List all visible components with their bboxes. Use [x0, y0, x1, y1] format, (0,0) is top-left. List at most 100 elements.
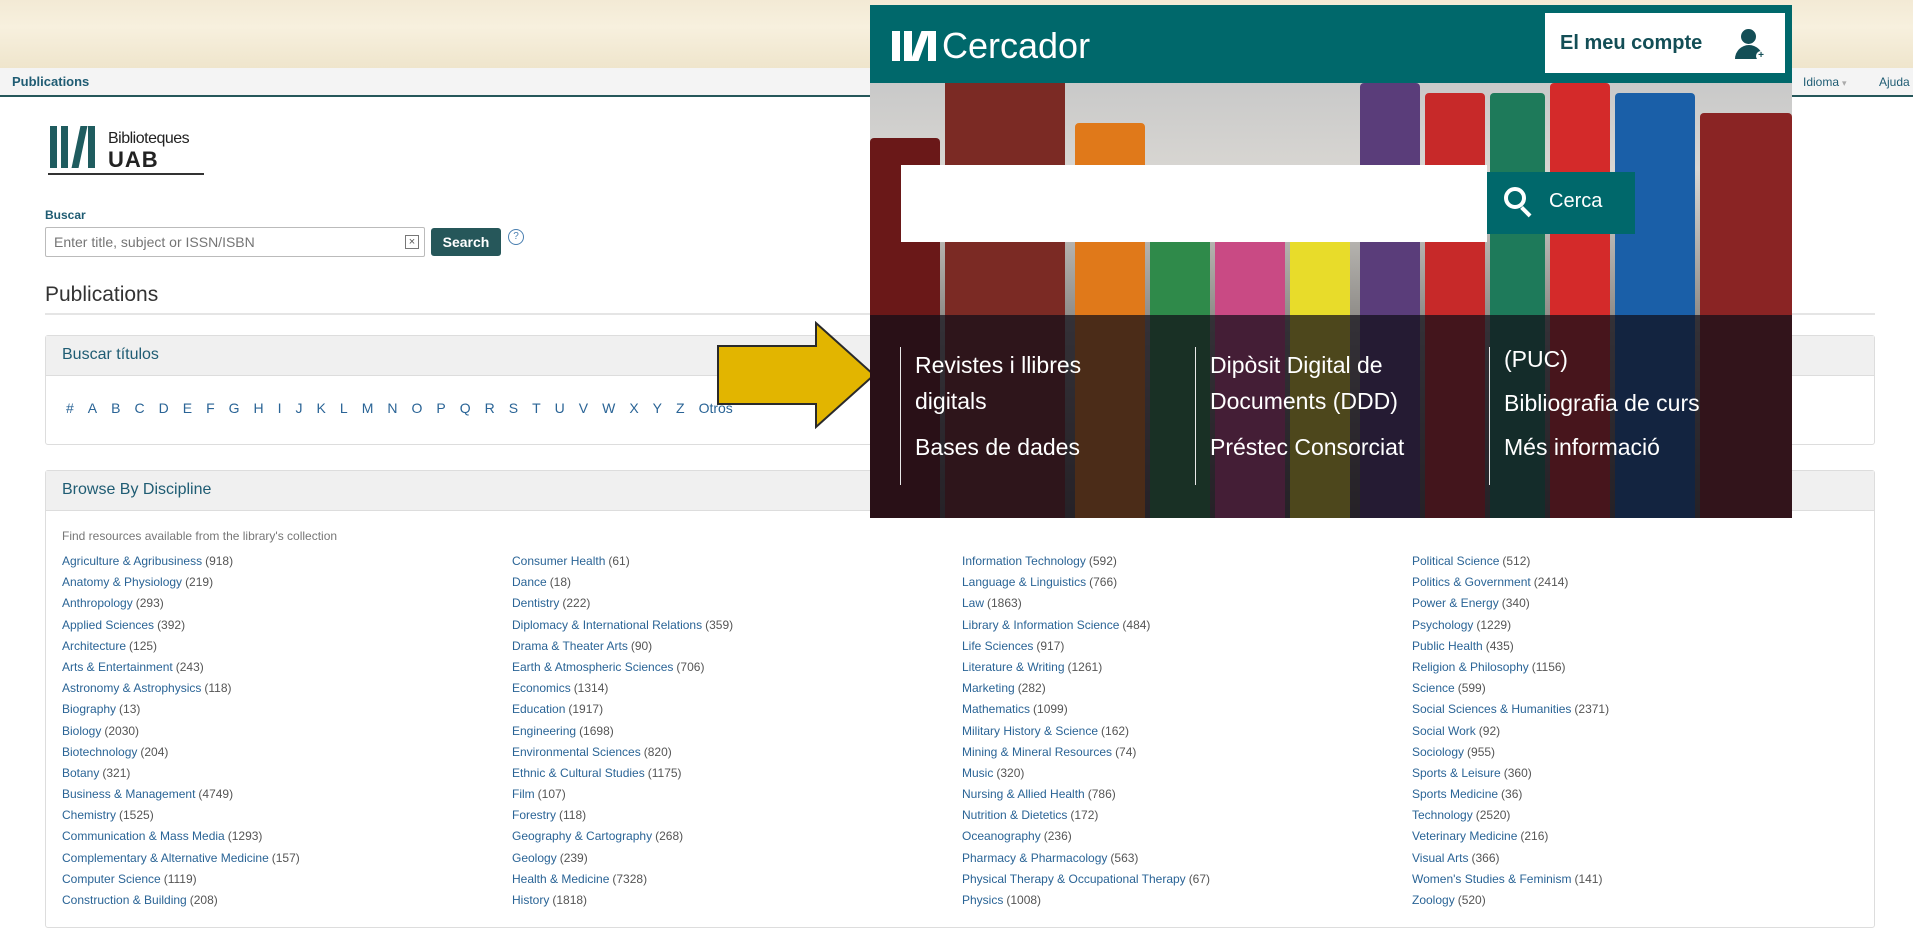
letter-link[interactable]: O — [411, 400, 422, 416]
account-button[interactable]: El meu compte + — [1545, 13, 1785, 73]
discipline-link[interactable]: Anthropology — [62, 596, 133, 610]
discipline-link[interactable]: Economics — [512, 681, 571, 695]
link-ddd[interactable]: Dipòsit Digital de Documents (DDD) — [1210, 347, 1485, 419]
letter-link[interactable]: L — [340, 400, 348, 416]
discipline-link[interactable]: Sports Medicine — [1412, 787, 1498, 801]
discipline-link[interactable]: Technology — [1412, 808, 1473, 822]
letter-link[interactable]: D — [159, 400, 169, 416]
discipline-link[interactable]: Pharmacy & Pharmacology — [962, 851, 1107, 865]
letter-link[interactable]: R — [485, 400, 495, 416]
discipline-link[interactable]: Dance — [512, 575, 547, 589]
discipline-link[interactable]: Information Technology — [962, 554, 1086, 568]
link-bases-de-dades[interactable]: Bases de dades — [915, 429, 1190, 465]
letter-link[interactable]: A — [88, 400, 97, 416]
cerca-button[interactable]: Cerca — [1487, 172, 1635, 234]
discipline-link[interactable]: Psychology — [1412, 618, 1473, 632]
discipline-link[interactable]: Oceanography — [962, 829, 1041, 843]
discipline-link[interactable]: Diplomacy & International Relations — [512, 618, 702, 632]
discipline-link[interactable]: Arts & Entertainment — [62, 660, 173, 674]
discipline-link[interactable]: Power & Energy — [1412, 596, 1499, 610]
search-input[interactable] — [45, 227, 425, 257]
letter-link[interactable]: U — [555, 400, 565, 416]
discipline-link[interactable]: Astronomy & Astrophysics — [62, 681, 201, 695]
discipline-link[interactable]: Library & Information Science — [962, 618, 1119, 632]
discipline-link[interactable]: Women's Studies & Feminism — [1412, 872, 1571, 886]
letter-link[interactable]: P — [436, 400, 445, 416]
discipline-link[interactable]: Biology — [62, 724, 101, 738]
letter-link[interactable]: E — [183, 400, 192, 416]
letter-link[interactable]: T — [532, 400, 541, 416]
discipline-link[interactable]: Nutrition & Dietetics — [962, 808, 1067, 822]
link-bibliografia[interactable]: Bibliografia de curs — [1504, 385, 1779, 421]
discipline-link[interactable]: Social Sciences & Humanities — [1412, 702, 1571, 716]
discipline-link[interactable]: Chemistry — [62, 808, 116, 822]
discipline-link[interactable]: Business & Management — [62, 787, 195, 801]
discipline-link[interactable]: Computer Science — [62, 872, 161, 886]
search-button[interactable]: Search — [431, 228, 501, 256]
discipline-link[interactable]: Military History & Science — [962, 724, 1098, 738]
link-mes-informacio[interactable]: Més informació — [1504, 429, 1779, 465]
discipline-link[interactable]: Marketing — [962, 681, 1015, 695]
discipline-link[interactable]: Nursing & Allied Health — [962, 787, 1085, 801]
discipline-link[interactable]: Politics & Government — [1412, 575, 1531, 589]
discipline-link[interactable]: Music — [962, 766, 993, 780]
discipline-link[interactable]: Agriculture & Agribusiness — [62, 554, 202, 568]
link-puc[interactable]: (PUC) — [1504, 341, 1779, 377]
letter-link[interactable]: Y — [653, 400, 662, 416]
discipline-link[interactable]: Physical Therapy & Occupational Therapy — [962, 872, 1186, 886]
discipline-link[interactable]: Geography & Cartography — [512, 829, 652, 843]
discipline-link[interactable]: Law — [962, 596, 984, 610]
discipline-link[interactable]: Political Science — [1412, 554, 1499, 568]
discipline-link[interactable]: Communication & Mass Media — [62, 829, 225, 843]
letter-link[interactable]: N — [387, 400, 397, 416]
discipline-link[interactable]: Construction & Building — [62, 893, 187, 907]
letter-link[interactable]: H — [254, 400, 264, 416]
link-revistes[interactable]: Revistes i llibres digitals — [915, 347, 1190, 419]
letter-link[interactable]: V — [579, 400, 588, 416]
discipline-link[interactable]: Biotechnology — [62, 745, 137, 759]
discipline-link[interactable]: Forestry — [512, 808, 556, 822]
clear-icon[interactable]: × — [405, 235, 419, 249]
letter-link[interactable]: F — [206, 400, 215, 416]
discipline-link[interactable]: Religion & Philosophy — [1412, 660, 1529, 674]
discipline-link[interactable]: Engineering — [512, 724, 576, 738]
discipline-link[interactable]: Science — [1412, 681, 1455, 695]
letter-link[interactable]: # — [66, 400, 74, 416]
discipline-link[interactable]: Visual Arts — [1412, 851, 1468, 865]
discipline-link[interactable]: Zoology — [1412, 893, 1455, 907]
letter-link[interactable]: I — [278, 400, 282, 416]
discipline-link[interactable]: Biography — [62, 702, 116, 716]
letter-link[interactable]: Z — [676, 400, 685, 416]
discipline-link[interactable]: Language & Linguistics — [962, 575, 1086, 589]
discipline-link[interactable]: Geology — [512, 851, 557, 865]
letter-link[interactable]: Q — [460, 400, 471, 416]
link-prestec[interactable]: Préstec Consorciat — [1210, 429, 1485, 465]
discipline-link[interactable]: Consumer Health — [512, 554, 605, 568]
letter-link[interactable]: W — [602, 400, 615, 416]
letter-link[interactable]: G — [229, 400, 240, 416]
library-logo[interactable]: Biblioteques UAB — [48, 126, 208, 178]
discipline-link[interactable]: Architecture — [62, 639, 126, 653]
discipline-link[interactable]: Drama & Theater Arts — [512, 639, 628, 653]
language-menu[interactable]: Idioma ▾ — [1803, 75, 1847, 89]
discipline-link[interactable]: Mathematics — [962, 702, 1030, 716]
discipline-link[interactable]: Public Health — [1412, 639, 1483, 653]
discipline-link[interactable]: Social Work — [1412, 724, 1476, 738]
discipline-link[interactable]: Applied Sciences — [62, 618, 154, 632]
discipline-link[interactable]: Anatomy & Physiology — [62, 575, 182, 589]
discipline-link[interactable]: Mining & Mineral Resources — [962, 745, 1112, 759]
discipline-link[interactable]: Literature & Writing — [962, 660, 1065, 674]
letter-link[interactable]: K — [317, 400, 326, 416]
discipline-link[interactable]: Education — [512, 702, 565, 716]
letter-link[interactable]: S — [509, 400, 518, 416]
discipline-link[interactable]: Sports & Leisure — [1412, 766, 1501, 780]
discipline-link[interactable]: Environmental Sciences — [512, 745, 641, 759]
help-icon[interactable]: ? — [508, 229, 524, 245]
discipline-link[interactable]: Dentistry — [512, 596, 559, 610]
discipline-link[interactable]: Life Sciences — [962, 639, 1033, 653]
discipline-link[interactable]: Ethnic & Cultural Studies — [512, 766, 645, 780]
letter-link[interactable]: X — [629, 400, 638, 416]
discipline-link[interactable]: Complementary & Alternative Medicine — [62, 851, 269, 865]
help-menu[interactable]: Ajuda — [1879, 75, 1910, 89]
discipline-link[interactable]: Sociology — [1412, 745, 1464, 759]
